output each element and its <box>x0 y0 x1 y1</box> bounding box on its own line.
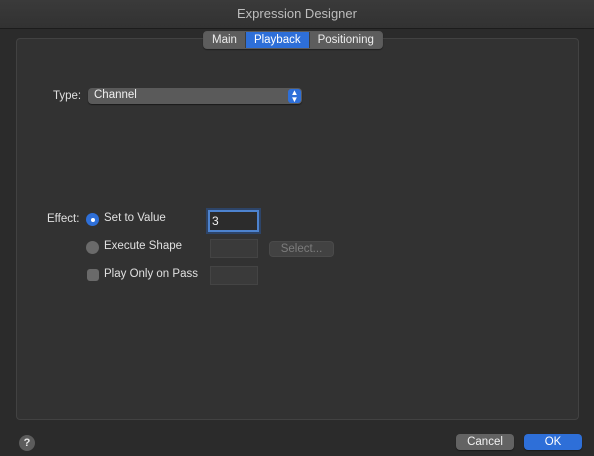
play-only-on-pass-label[interactable]: Play Only on Pass <box>104 268 198 280</box>
ok-button[interactable]: OK <box>524 434 582 450</box>
tab-main[interactable]: Main <box>204 32 246 48</box>
select-button[interactable]: Select... <box>269 241 334 257</box>
cancel-button[interactable]: Cancel <box>456 434 514 450</box>
type-label: Type: <box>53 90 82 102</box>
set-to-value-label[interactable]: Set to Value <box>104 212 166 224</box>
tab-positioning[interactable]: Positioning <box>310 32 382 48</box>
chevron-up-down-icon: ▲ ▼ <box>288 89 301 104</box>
question-mark-icon[interactable]: ? <box>19 435 35 451</box>
type-select[interactable]: Channel ▲ ▼ <box>88 88 302 104</box>
tab-bar: Main Playback Positioning <box>203 31 383 49</box>
shape-field[interactable] <box>210 239 258 258</box>
tab-playback[interactable]: Playback <box>245 32 310 48</box>
execute-shape-radio[interactable] <box>86 241 99 254</box>
execute-shape-label[interactable]: Execute Shape <box>104 240 182 252</box>
set-to-value-radio[interactable] <box>86 213 99 226</box>
value-input[interactable] <box>210 212 257 230</box>
value-field[interactable] <box>208 210 259 232</box>
effect-label: Effect: <box>47 213 80 225</box>
play-only-on-pass-checkbox[interactable] <box>87 269 99 281</box>
type-select-value: Channel <box>94 89 137 101</box>
pass-field[interactable] <box>210 266 258 285</box>
window-title: Expression Designer <box>0 0 594 29</box>
